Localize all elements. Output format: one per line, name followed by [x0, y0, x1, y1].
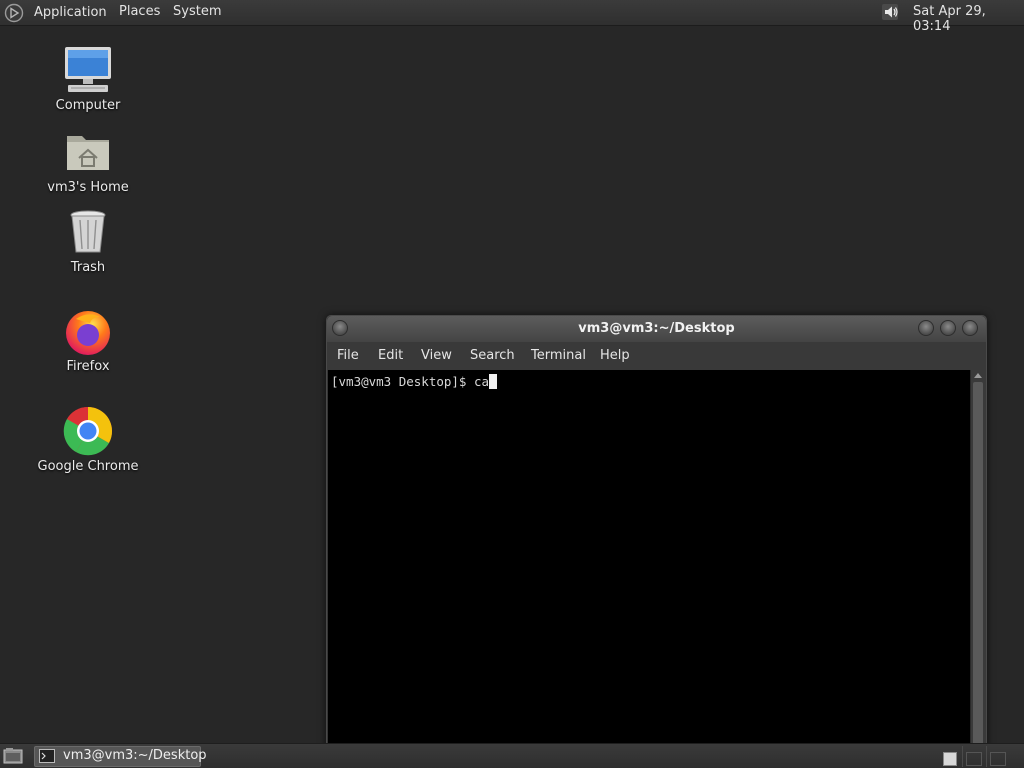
terminal-titlebar[interactable]: vm3@vm3:~/Desktop — [327, 316, 986, 342]
chrome-icon — [63, 406, 113, 456]
desktop-icon-label: Trash — [70, 260, 106, 275]
applications-icon — [4, 3, 24, 22]
close-button[interactable] — [962, 320, 978, 336]
menu-search[interactable]: Search — [470, 348, 515, 363]
top-panel: Applications Places System Sat Apr 29, 0… — [0, 0, 1024, 34]
menu-terminal[interactable]: Terminal — [531, 348, 586, 363]
workspace-1[interactable] — [943, 752, 957, 766]
scroll-thumb[interactable] — [973, 382, 983, 754]
shell-prompt: [vm3@vm3 Desktop]$ — [331, 374, 474, 389]
menu-help[interactable]: Help — [600, 348, 630, 363]
desktop-icon-trash[interactable]: Trash — [28, 206, 148, 275]
minimize-button[interactable] — [918, 320, 934, 336]
desktop-icon-label: Computer — [55, 98, 121, 113]
maximize-button[interactable] — [940, 320, 956, 336]
workspace-3[interactable] — [990, 752, 1006, 766]
terminal-menubar: File Edit View Search Terminal Help — [327, 342, 986, 370]
terminal-title: vm3@vm3:~/Desktop — [578, 321, 735, 336]
show-desktop-icon[interactable] — [3, 747, 23, 765]
desktop-icon-home[interactable]: vm3's Home — [28, 126, 148, 195]
desktop-icon-firefox[interactable]: Firefox — [28, 305, 148, 374]
clock[interactable]: Sat Apr 29, 03:14 — [913, 4, 1024, 34]
menu-edit[interactable]: Edit — [378, 348, 403, 363]
home-folder-icon — [67, 136, 109, 170]
desktop-icon-computer[interactable]: Computer — [28, 44, 148, 113]
prompt-line: [vm3@vm3 Desktop]$ ca — [331, 374, 498, 389]
terminal-scrollbar[interactable] — [970, 370, 986, 756]
desktop-icon-label: vm3's Home — [47, 180, 129, 195]
menu-view[interactable]: View — [421, 348, 452, 363]
bottom-panel: vm3@vm3:~/Desktop — [0, 743, 1024, 768]
workspace-2[interactable] — [966, 752, 982, 766]
firefox-icon — [66, 311, 110, 355]
desktop: Applications Places System Sat Apr 29, 0… — [0, 0, 1024, 768]
workspace-divider — [986, 746, 987, 767]
scroll-up-arrow-icon[interactable] — [974, 373, 982, 378]
system-menu[interactable]: System — [173, 4, 221, 19]
trash-icon — [70, 210, 106, 253]
desktop-icon-label: Firefox — [66, 359, 110, 374]
speaker-icon[interactable] — [880, 1, 902, 23]
taskbar-item-label: vm3@vm3:~/Desktop — [63, 748, 207, 763]
text-cursor — [489, 374, 498, 389]
taskbar-item-terminal[interactable]: vm3@vm3:~/Desktop — [34, 746, 207, 767]
computer-icon — [65, 47, 111, 92]
terminal-icon — [39, 749, 55, 763]
places-menu[interactable]: Places — [119, 4, 160, 19]
typed-command: ca — [474, 374, 490, 389]
applications-menu[interactable]: Applications — [4, 0, 106, 25]
applications-menu-label: Applications — [34, 5, 106, 20]
terminal-output[interactable]: [vm3@vm3 Desktop]$ ca — [328, 370, 970, 756]
terminal-window[interactable]: vm3@vm3:~/Desktop File Edit View Search … — [326, 315, 987, 757]
menu-file[interactable]: File — [337, 348, 359, 363]
desktop-icon-label: Google Chrome — [37, 459, 139, 474]
workspace-divider — [962, 746, 963, 767]
desktop-icon-chrome[interactable]: Google Chrome — [28, 405, 148, 474]
